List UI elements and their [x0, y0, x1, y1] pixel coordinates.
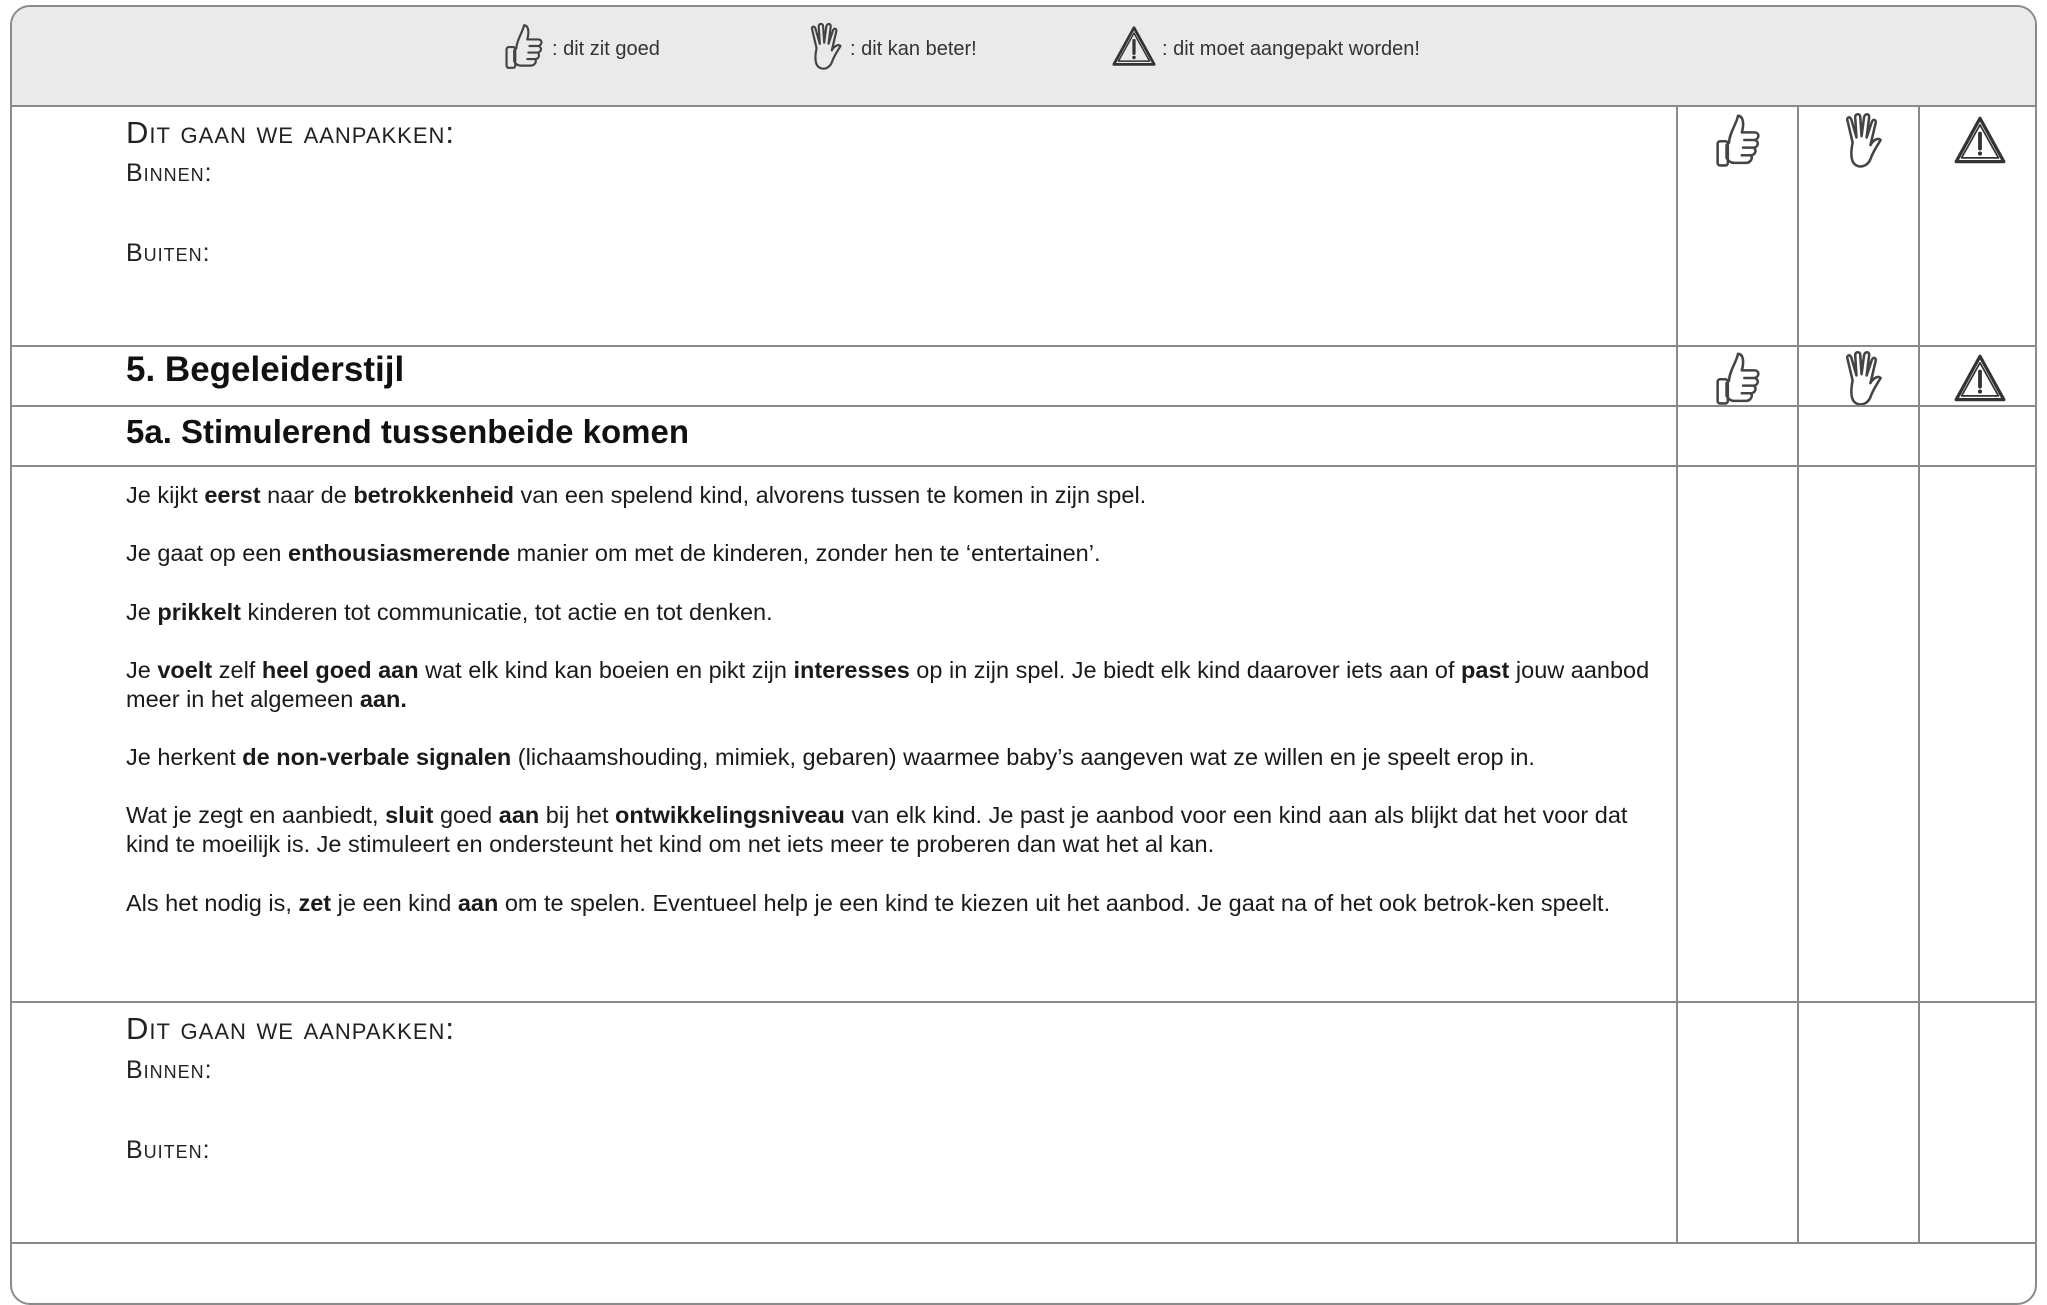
legend-item-tackle: : dit moet aangepakt worden! [1112, 21, 1420, 71]
row-divider [12, 465, 2035, 467]
column-divider [1797, 105, 1799, 1242]
warning-triangle-icon [1954, 116, 2006, 164]
criterion-item: Als het nodig is, zet je een kind aan om… [126, 890, 1611, 916]
thumbs-up-icon [1716, 114, 1760, 167]
row-divider [12, 405, 2035, 407]
rating-cell-better[interactable] [1800, 350, 1918, 406]
legend-good-label: : dit zit goed [552, 37, 660, 60]
checklist-sheet: : dit zit goed : dit kan beter! : dit mo… [10, 5, 2037, 1305]
column-divider [1918, 105, 1920, 1242]
thumbs-up-icon [505, 24, 543, 69]
warning-triangle-icon [1112, 26, 1156, 66]
raised-hand-icon [810, 22, 842, 70]
legend-item-good: : dit zit goed [502, 21, 660, 71]
criterion-item: Je voelt zelf heel goed aan wat elk kind… [126, 657, 1650, 712]
criterion-item: Je herkent de non-verbale signalen (lich… [126, 744, 1535, 770]
criterion-item: Je prikkelt kinderen tot communicatie, t… [126, 599, 773, 625]
row-divider [12, 1001, 2035, 1003]
legend-bar: : dit zit goed : dit kan beter! : dit mo… [12, 7, 2035, 107]
section-title: 5. Begeleiderstijl [126, 350, 405, 389]
outside-label: Buiten: [126, 239, 211, 267]
criterion-item: Je gaat op een enthousiasmerende manier … [126, 540, 1101, 566]
row-divider [12, 1242, 2035, 1244]
row-divider [12, 345, 2035, 347]
criterion-item: Je kijkt eerst naar de betrokkenheid van… [126, 482, 1147, 508]
legend-item-better: : dit kan beter! [800, 21, 977, 71]
column-divider [1676, 105, 1678, 1242]
action-heading: Dit gaan we aanpakken: [126, 115, 456, 150]
rating-cell-tackle[interactable] [1921, 110, 2035, 170]
legend-tackle-label: : dit moet aangepakt worden! [1162, 37, 1420, 60]
outside-label: Buiten: [126, 1136, 211, 1164]
subsection-title: 5a. Stimulerend tussenbeide komen [126, 413, 689, 450]
action-heading: Dit gaan we aanpakken: [126, 1011, 456, 1046]
criterion-item: Wat je zegt en aanbiedt, sluit goed aan … [126, 802, 1628, 857]
warning-triangle-icon [1954, 353, 2006, 402]
rating-cell-good[interactable] [1679, 110, 1797, 170]
raised-hand-icon [1846, 112, 1882, 168]
inside-label: Binnen: [126, 159, 213, 187]
raised-hand-icon [1846, 350, 1882, 406]
rating-cell-good[interactable] [1679, 350, 1797, 405]
rating-cell-tackle[interactable] [1921, 350, 2035, 405]
legend-better-label: : dit kan beter! [850, 37, 977, 60]
thumbs-up-icon [1716, 352, 1760, 405]
rating-cell-better[interactable] [1800, 110, 1918, 170]
inside-label: Binnen: [126, 1056, 213, 1084]
